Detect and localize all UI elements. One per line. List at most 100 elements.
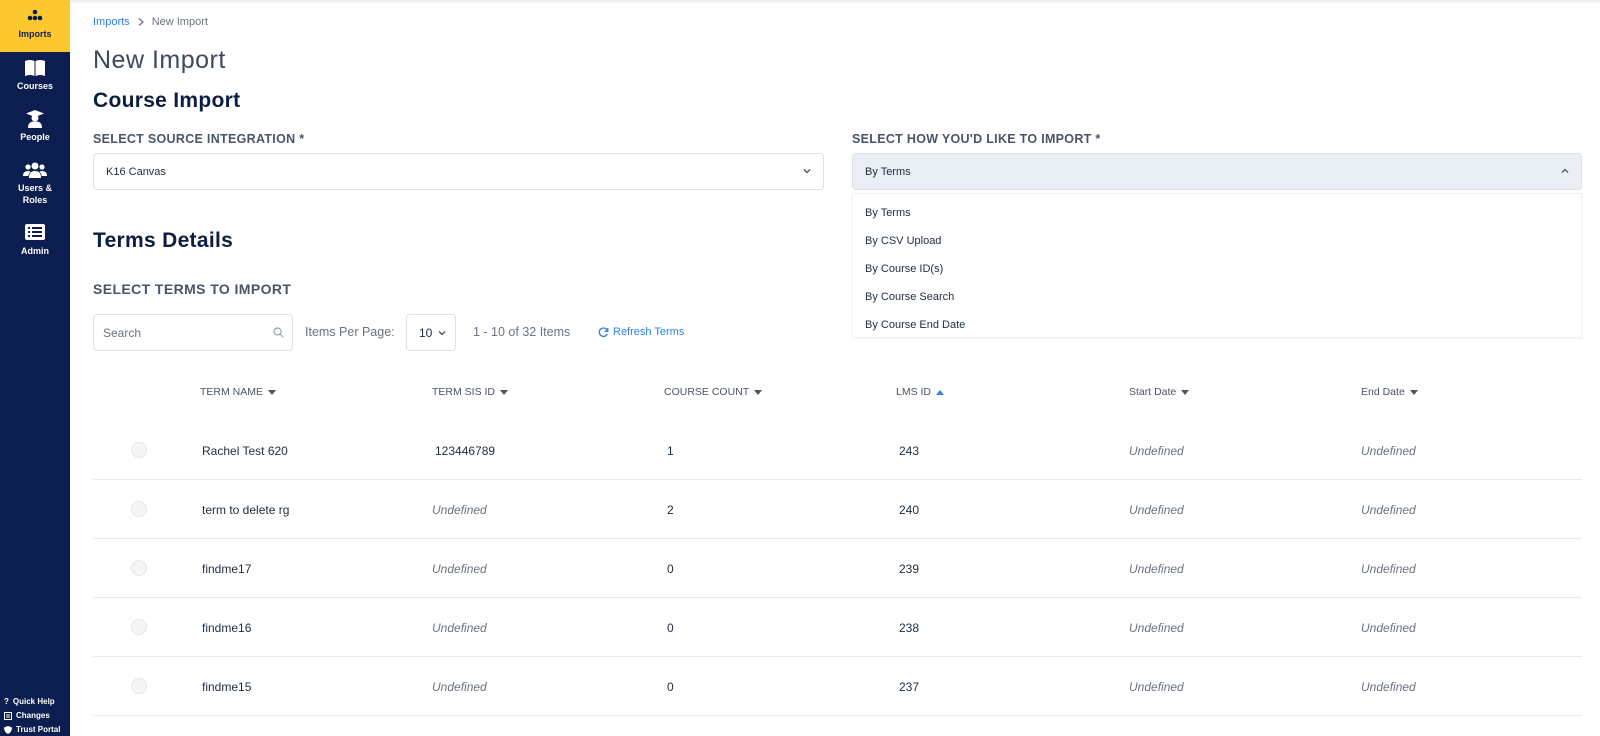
row-select-radio[interactable] [131, 442, 147, 458]
imports-icon [27, 9, 43, 21]
import-method-value: By Terms [865, 165, 911, 178]
row-select-radio[interactable] [131, 560, 147, 576]
cell-end-date: Undefined [1361, 680, 1416, 694]
cell-start-date: Undefined [1129, 621, 1184, 635]
shield-icon [4, 725, 12, 734]
column-header-lms-id[interactable]: LMS ID [896, 386, 945, 398]
cell-course-count: 0 [667, 621, 674, 635]
option-by-course-end-date[interactable]: By Course End Date [865, 319, 965, 331]
page-title: New Import [93, 46, 226, 74]
sidebar-item-label: Admin [21, 246, 49, 256]
source-integration-label: SELECT SOURCE INTEGRATION * [93, 132, 305, 146]
sidebar: Imports Courses People Users & Roles Adm… [0, 0, 70, 736]
cell-lms-id: 237 [899, 680, 920, 694]
column-header-label: LMS ID [896, 386, 932, 398]
cell-term-sis-id: Undefined [432, 503, 487, 517]
column-header-end-date[interactable]: End Date [1361, 386, 1418, 398]
cell-lms-id: 243 [899, 444, 920, 458]
changes-link[interactable]: Changes [4, 711, 50, 720]
option-by-csv-upload[interactable]: By CSV Upload [865, 235, 941, 247]
items-per-page-select[interactable]: 10 [406, 314, 456, 351]
column-header-start-date[interactable]: Start Date [1129, 386, 1190, 398]
sidebar-item-people[interactable]: People [0, 110, 70, 143]
search-icon [273, 327, 284, 338]
question-icon: ? [4, 697, 9, 706]
terms-details-title: Terms Details [93, 229, 234, 252]
chevron-down-icon [803, 169, 811, 174]
sidebar-item-label: Courses [16, 81, 53, 91]
column-header-term-name[interactable]: TERM NAME [200, 386, 276, 398]
cell-end-date: Undefined [1361, 621, 1416, 635]
quick-help-label: Quick Help [12, 697, 55, 706]
chevron-down-icon [438, 331, 446, 336]
chevron-up-icon [1561, 168, 1569, 173]
cell-start-date: Undefined [1129, 680, 1184, 694]
column-header-label: Start Date [1129, 386, 1177, 398]
book-icon [25, 60, 45, 76]
column-header-label: End Date [1361, 386, 1405, 398]
cell-term-name: findme15 [202, 680, 252, 694]
table-row: findme17 Undefined 0 239 Undefined Undef… [93, 539, 1582, 598]
cell-course-count: 1 [667, 444, 674, 458]
changes-label: Changes [16, 711, 50, 720]
sort-down-icon [1409, 389, 1418, 395]
course-import-title: Course Import [93, 89, 241, 112]
row-select-radio[interactable] [131, 619, 147, 635]
trust-portal-label: Trust Portal [16, 725, 61, 734]
table-row: Rachel Test 620 123446789 1 243 Undefine… [93, 421, 1582, 480]
table-row: findme15 Undefined 0 237 Undefined Undef… [93, 657, 1582, 716]
sidebar-item-courses[interactable]: Courses [0, 59, 70, 92]
items-per-page-value: 10 [419, 325, 433, 340]
cell-term-sis-id: Undefined [432, 562, 487, 576]
column-header-term-sis-id[interactable]: TERM SIS ID [432, 386, 509, 398]
cell-start-date: Undefined [1129, 503, 1184, 517]
changes-icon [4, 711, 12, 720]
breadcrumb: Imports New Import [93, 16, 208, 28]
cell-course-count: 0 [667, 680, 674, 694]
sort-down-icon [754, 389, 763, 395]
row-select-radio[interactable] [131, 678, 147, 694]
sidebar-item-users-roles[interactable]: Users & Roles [0, 161, 70, 206]
sidebar-item-imports[interactable]: Imports [0, 0, 70, 52]
row-select-radio[interactable] [131, 501, 147, 517]
select-terms-label: SELECT TERMS TO IMPORT [93, 281, 292, 297]
cell-lms-id: 238 [899, 621, 920, 635]
search-input[interactable] [103, 325, 263, 340]
search-field [93, 314, 293, 351]
import-method-label: SELECT HOW YOU'D LIKE TO IMPORT * [852, 132, 1101, 146]
source-integration-select[interactable]: K16 Canvas [93, 153, 824, 190]
cell-term-name: Rachel Test 620 [202, 444, 288, 458]
breadcrumb-imports-link[interactable]: Imports [93, 16, 130, 28]
table-row: term to delete rg Undefined 2 240 Undefi… [93, 480, 1582, 539]
column-header-label: TERM NAME [200, 386, 263, 398]
sidebar-item-label: Imports [18, 29, 52, 39]
refresh-terms-label: Refresh Terms [613, 326, 685, 338]
cell-lms-id: 240 [899, 503, 920, 517]
sidebar-item-label: People [20, 132, 50, 142]
cell-course-count: 0 [667, 562, 674, 576]
breadcrumb-current: New Import [151, 16, 208, 28]
cell-term-sis-id: 123446789 [435, 444, 496, 458]
table-row: findme16 Undefined 0 238 Undefined Undef… [93, 598, 1582, 657]
option-by-terms[interactable]: By Terms [865, 207, 911, 219]
pagination-range: 1 - 10 of 32 Items [473, 325, 571, 339]
cell-term-sis-id: Undefined [432, 621, 487, 635]
refresh-terms-button[interactable]: Refresh Terms [598, 326, 684, 338]
cell-end-date: Undefined [1361, 562, 1416, 576]
cell-end-date: Undefined [1361, 503, 1416, 517]
quick-help-link[interactable]: ? Quick Help [4, 697, 55, 706]
sidebar-item-admin[interactable]: Admin [0, 224, 70, 257]
sidebar-item-label: Users & [17, 183, 53, 193]
import-method-select[interactable]: By Terms [852, 153, 1582, 190]
option-by-course-ids[interactable]: By Course ID(s) [865, 263, 943, 275]
column-header-course-count[interactable]: COURSE COUNT [664, 386, 763, 398]
sort-down-icon [500, 389, 509, 395]
sort-down-icon [268, 389, 276, 395]
option-by-course-search[interactable]: By Course Search [865, 291, 954, 303]
cell-term-name: findme16 [202, 621, 252, 635]
sort-down-icon [1181, 389, 1190, 395]
items-per-page-label: Items Per Page: [305, 325, 395, 339]
list-icon [25, 224, 45, 240]
trust-portal-link[interactable]: Trust Portal [4, 725, 60, 734]
cell-term-name: term to delete rg [202, 503, 290, 517]
